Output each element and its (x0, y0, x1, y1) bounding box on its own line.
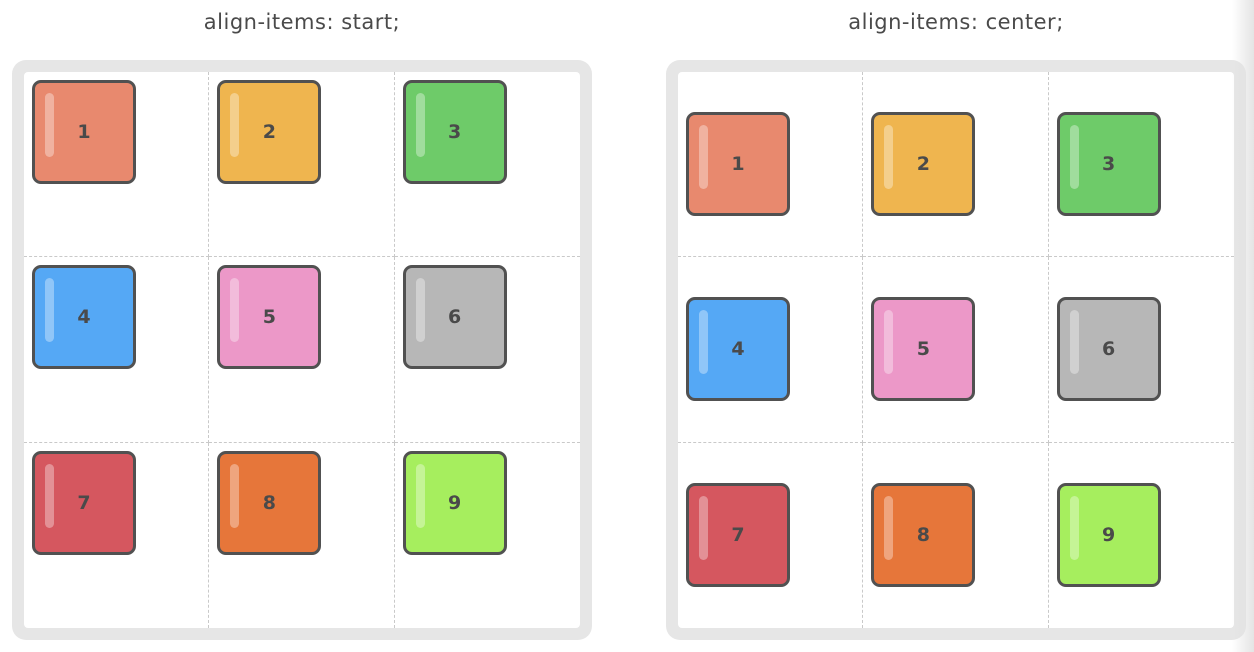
grid-item-8: 8 (217, 450, 322, 555)
grid-item-label: 9 (448, 491, 462, 514)
panel-title-center: align-items: center; (848, 10, 1064, 34)
grid-item-7: 7 (32, 450, 136, 555)
shine-highlight (884, 310, 894, 375)
grid-item-label: 6 (1102, 338, 1116, 361)
grid-item-label: 6 (448, 306, 462, 329)
grid-item-label: 2 (916, 153, 930, 176)
grid-cell: 7 (678, 442, 864, 628)
shine-highlight (1069, 125, 1079, 190)
grid-cell: 9 (395, 443, 580, 628)
grid-container-start: 1 2 3 4 5 6 7 8 9 (24, 72, 580, 628)
grid-item-9: 9 (1056, 483, 1161, 588)
shine-highlight (45, 463, 54, 528)
grid-cell: 9 (1049, 443, 1234, 628)
grid-cell: 8 (863, 442, 1049, 628)
grid-cell: 5 (863, 257, 1049, 443)
shine-highlight (230, 463, 240, 528)
grid-item-label: 4 (731, 338, 745, 361)
grid-item-6: 6 (1056, 297, 1161, 402)
grid-cell: 6 (1048, 257, 1234, 443)
shine-highlight (415, 93, 425, 157)
shine-highlight (415, 463, 425, 528)
diagram-stage: align-items: start; 1 2 3 4 5 6 7 8 9 al… (0, 0, 1254, 652)
grid-panel-start: 1 2 3 4 5 6 7 8 9 (12, 60, 592, 640)
grid-item-5: 5 (217, 265, 322, 370)
grid-item-label: 3 (448, 121, 462, 143)
right-edge-fade (1232, 0, 1254, 652)
shine-highlight (884, 496, 894, 561)
grid-item-label: 3 (1102, 153, 1116, 176)
grid-item-label: 8 (916, 524, 930, 547)
grid-item-label: 4 (77, 306, 91, 329)
grid-item-2: 2 (217, 80, 322, 184)
grid-item-3: 3 (402, 80, 507, 184)
grid-item-4: 4 (686, 297, 790, 402)
grid-item-1: 1 (32, 80, 136, 184)
grid-item-2: 2 (871, 112, 976, 217)
grid-item-label: 7 (77, 491, 91, 514)
grid-item-label: 8 (262, 491, 276, 514)
grid-cell: 2 (209, 72, 395, 258)
shine-highlight (1069, 496, 1079, 561)
grid-cell: 4 (678, 257, 864, 443)
panel-title-start: align-items: start; (203, 10, 401, 34)
grid-item-8: 8 (871, 483, 976, 588)
shine-highlight (884, 125, 894, 190)
grid-item-3: 3 (1056, 112, 1161, 217)
shine-highlight (45, 278, 54, 343)
shine-highlight (699, 125, 708, 190)
grid-panel-center: 1 2 3 4 5 6 7 8 9 (666, 60, 1246, 640)
shine-highlight (230, 93, 240, 157)
grid-cell: 4 (24, 257, 210, 443)
grid-item-6: 6 (402, 265, 507, 370)
grid-item-label: 1 (77, 121, 91, 143)
grid-cell: 3 (394, 72, 580, 258)
grid-cell: 6 (394, 257, 580, 443)
grid-item-7: 7 (686, 483, 790, 588)
shine-highlight (699, 310, 708, 375)
grid-cell: 2 (863, 72, 1049, 258)
shine-highlight (699, 496, 708, 561)
shine-highlight (415, 278, 425, 343)
grid-item-5: 5 (871, 297, 976, 402)
grid-cell: 5 (209, 257, 395, 443)
grid-item-label: 7 (731, 524, 745, 547)
grid-item-label: 9 (1102, 524, 1116, 547)
shine-highlight (45, 93, 54, 157)
grid-container-center: 1 2 3 4 5 6 7 8 9 (678, 72, 1234, 628)
grid-item-label: 5 (916, 338, 930, 361)
grid-cell: 7 (24, 442, 210, 628)
grid-item-1: 1 (686, 112, 790, 217)
grid-item-label: 5 (262, 306, 276, 329)
grid-item-label: 2 (262, 121, 276, 143)
grid-item-4: 4 (32, 265, 136, 370)
shine-highlight (230, 278, 240, 343)
shine-highlight (1069, 310, 1079, 375)
grid-cell: 3 (1048, 72, 1234, 258)
grid-cell: 1 (24, 72, 210, 258)
grid-item-label: 1 (731, 153, 745, 176)
grid-item-9: 9 (402, 450, 507, 555)
grid-cell: 1 (678, 72, 864, 258)
grid-cell: 8 (209, 442, 395, 628)
